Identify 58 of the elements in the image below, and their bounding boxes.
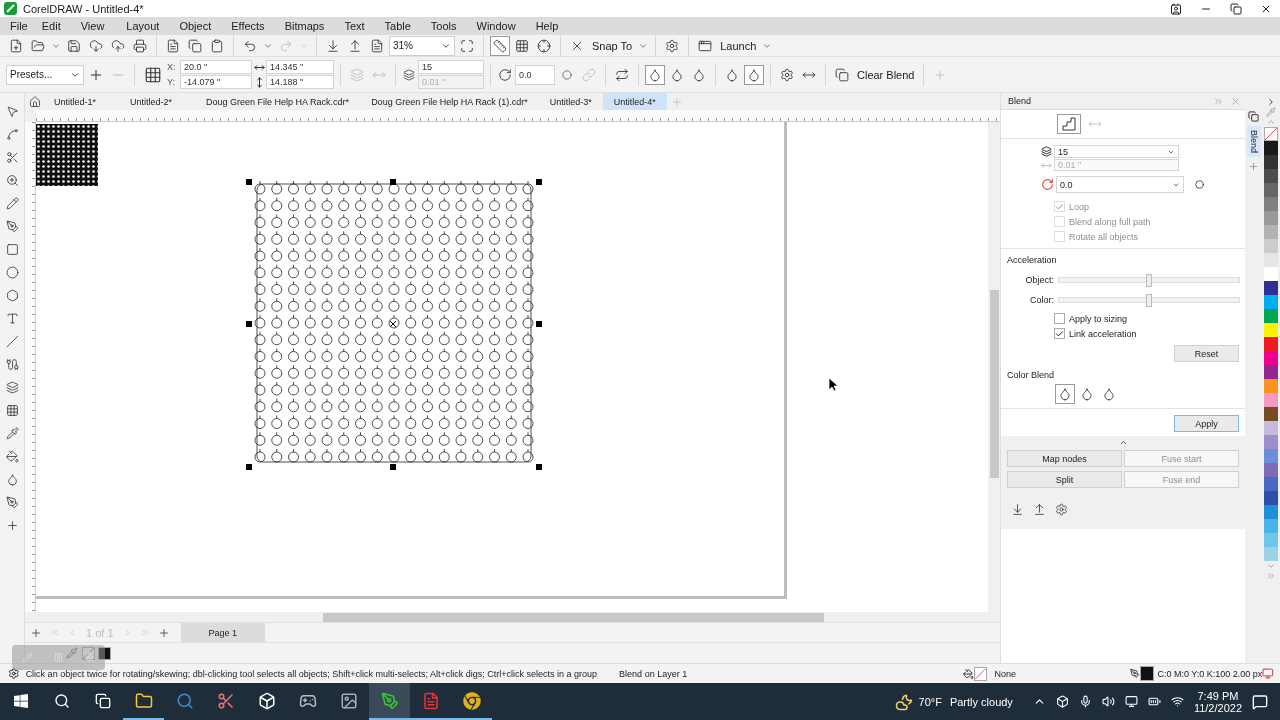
checkbox-label: Rotate all objects (1069, 231, 1139, 242)
y-label: Y: (167, 77, 176, 87)
action-button[interactable]: Split (1007, 471, 1122, 488)
menu-item[interactable]: Layout (120, 20, 166, 32)
rotation-field[interactable]: 0.0 (1056, 176, 1184, 193)
steps-field[interactable]: 15 (418, 60, 484, 74)
slider-label: Color: (1030, 295, 1054, 305)
zoom-combo[interactable]: 31% (389, 35, 455, 56)
checkbox-label: Loop (1069, 201, 1090, 212)
steps-field[interactable]: 15 (1054, 145, 1179, 158)
menu-item[interactable]: Edit (35, 20, 67, 32)
page-tab[interactable]: Page 1 (180, 622, 266, 643)
menu-item[interactable]: Help (529, 20, 565, 32)
document-tab[interactable]: Doug Green File Help HA Rack.cdr* (195, 93, 361, 110)
docker-title: Blend (1008, 96, 1032, 106)
checkbox-label: Apply to sizing (1069, 313, 1128, 324)
action-button[interactable]: Map nodes (1007, 450, 1122, 467)
y-field[interactable]: -14.079 " (180, 75, 252, 89)
layer-status: Blend on Layer 1 (619, 668, 688, 679)
menu-item[interactable]: Text (338, 20, 371, 32)
document-tab[interactable]: Untitled-3* (538, 93, 603, 110)
docker-tab[interactable]: Blend (1246, 126, 1261, 158)
document-tab[interactable]: Untitled-4* (602, 93, 667, 110)
menu-item[interactable]: Object (173, 20, 218, 32)
launch-menu[interactable]: Launch (717, 39, 760, 52)
menu-item[interactable]: Bitmaps (278, 20, 331, 32)
outline-status: C:0 M:0 Y:0 K:100 2.00 px (1157, 668, 1263, 679)
window-title: CorelDRAW - Untitled-4* (23, 2, 145, 15)
menu-item[interactable]: Tools (424, 20, 463, 32)
menu-item[interactable]: Table (378, 20, 417, 32)
x-field[interactable]: 20.0 " (180, 60, 252, 74)
menu-item[interactable]: Effects (225, 20, 271, 32)
checkbox-label: Link acceleration (1069, 328, 1137, 339)
height-field[interactable]: 14.188 " (266, 75, 334, 89)
fill-status: None (994, 668, 1017, 679)
x-label: X: (167, 62, 177, 72)
presets-combo[interactable]: Presets... (6, 64, 84, 85)
menu-item[interactable]: View (74, 20, 111, 32)
status-hint: Click an object twice for rotating/skewing; dbl-clicking tool selects all objects; Shift+click multi-selects; Alt+click digs; Ctrl+click selects in a group (25, 668, 598, 679)
section-title: Color Blend (1007, 370, 1056, 380)
snap-to-menu[interactable]: Snap To (589, 39, 636, 52)
document-tab[interactable]: Untitled-2* (119, 93, 184, 110)
clock-date[interactable]: 11/2/2022 (1193, 701, 1242, 714)
apply-button[interactable]: Apply (1174, 415, 1239, 432)
reset-button[interactable]: Reset (1174, 345, 1239, 362)
clear-blend-button[interactable]: Clear Blend (854, 68, 918, 81)
rotation-field[interactable]: 0.0 (515, 64, 555, 85)
clock-time[interactable]: 7:49 PM (1197, 689, 1239, 702)
document-tab[interactable]: Untitled-1* (43, 93, 108, 110)
document-tab[interactable]: Doug Green File Help HA Rack (1).cdr* (360, 93, 539, 110)
slider-label: Object: (1025, 275, 1054, 285)
temperature: 70°F (918, 695, 942, 708)
checkbox-label: Blend along full path (1069, 216, 1151, 227)
weather-text: Partly cloudy (949, 695, 1013, 708)
menu-item[interactable]: File (4, 20, 34, 32)
section-title: Acceleration (1007, 255, 1058, 265)
width-field[interactable]: 14.345 " (266, 60, 334, 74)
menu-item[interactable]: Window (470, 20, 522, 32)
